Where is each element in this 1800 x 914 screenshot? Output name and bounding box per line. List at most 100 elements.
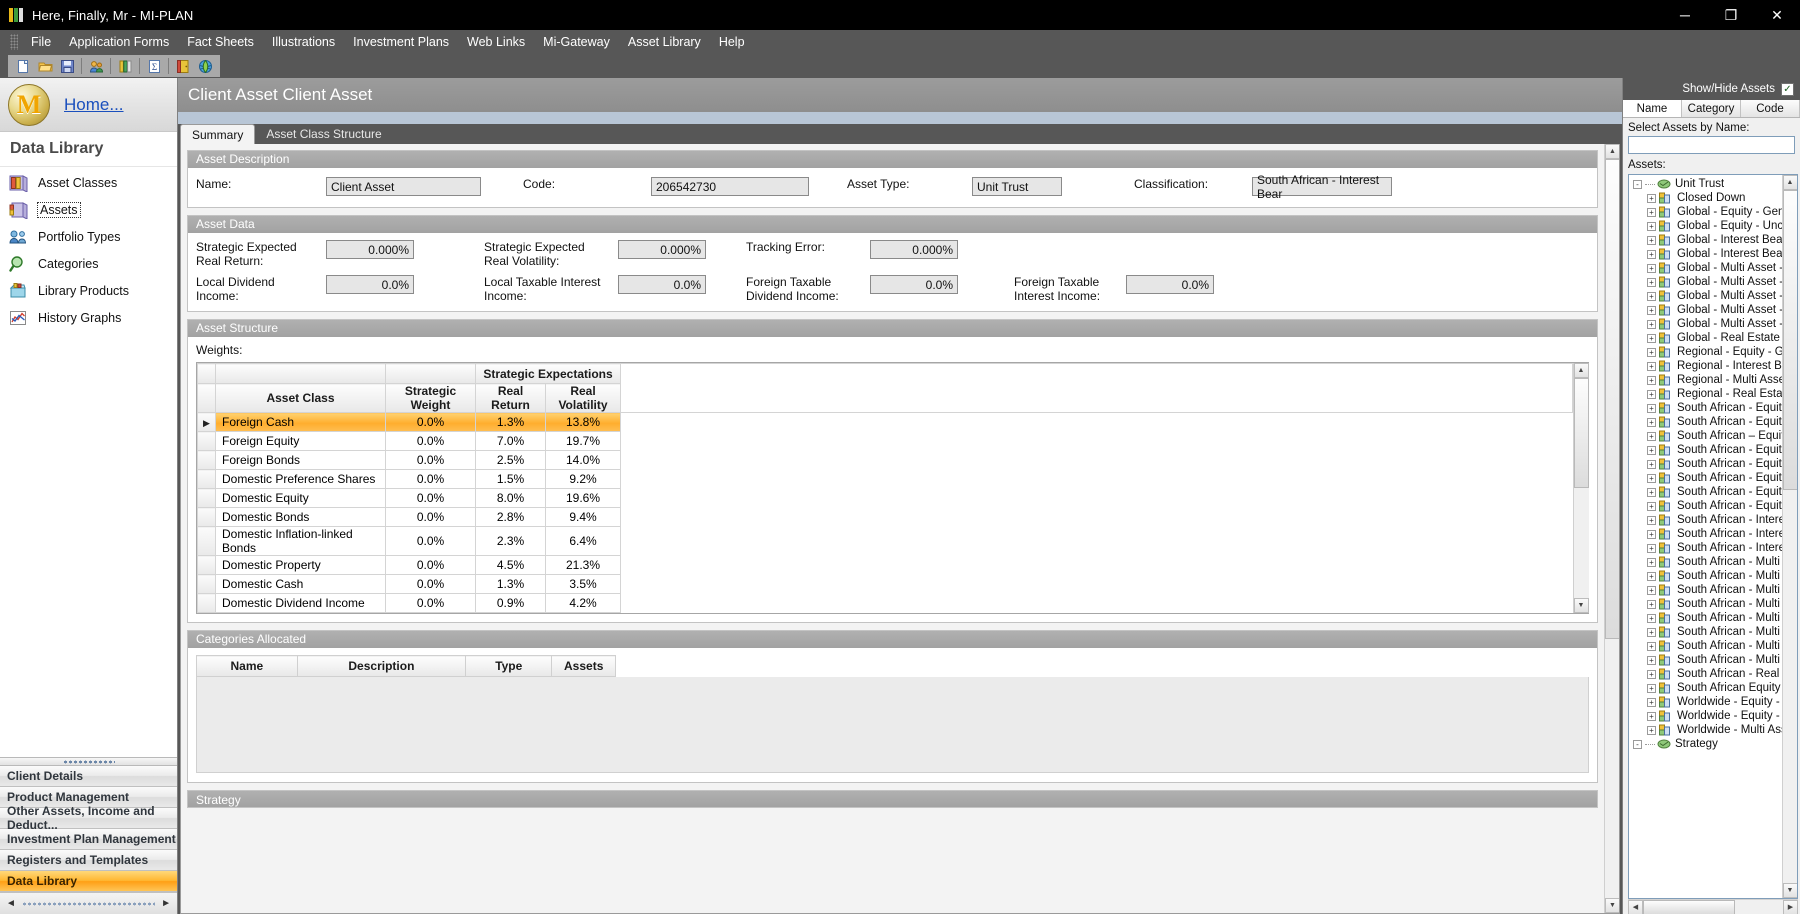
tree-node-sa-equity-large[interactable]: + South African - Equity - L: [1629, 457, 1782, 471]
tree-toggle-icon[interactable]: +: [1647, 417, 1656, 427]
sidebar-nav-registers-and-templates[interactable]: Registers and Templates: [0, 850, 177, 871]
col-strategic-weight[interactable]: Strategic Weight: [385, 383, 476, 413]
tree-toggle-icon[interactable]: +: [1647, 291, 1656, 301]
tree-node-sa-interest-bearing-2[interactable]: + South African - Interest B: [1629, 527, 1782, 541]
tree-node-regional-real-estate[interactable]: + Regional - Real Estate - (: [1629, 387, 1782, 401]
scroll-right-icon[interactable]: ▶: [1783, 899, 1798, 914]
categories-table-body[interactable]: [196, 677, 1589, 773]
tree-toggle-icon[interactable]: +: [1647, 711, 1656, 721]
tree-toggle-icon[interactable]: +: [1647, 249, 1656, 259]
tree-toggle-icon[interactable]: +: [1647, 543, 1656, 553]
menu-item-mi-gateway[interactable]: Mi-Gateway: [534, 32, 619, 52]
sidebar-item-history-graphs[interactable]: History Graphs: [0, 304, 177, 331]
strategic-expected-real-return-field[interactable]: 0.000%: [326, 240, 414, 259]
tree-node-sa-equity-general[interactable]: + South African - Equity - G: [1629, 415, 1782, 429]
sidebar-item-assets[interactable]: Assets: [0, 196, 177, 223]
foreign-taxable-dividend-income-field[interactable]: 0.0%: [870, 275, 958, 294]
tree-node-sa-equity-resource[interactable]: + South African - Equity - R: [1629, 485, 1782, 499]
tree-node-worldwide-equity-general[interactable]: + Worldwide - Equity - Gen: [1629, 695, 1782, 709]
tree-node-sa-multi-asset-2[interactable]: + South African - Multi Asse: [1629, 569, 1782, 583]
tree-horizontal-scrollbar[interactable]: ◀ ▶: [1628, 899, 1798, 914]
tree-toggle-icon[interactable]: +: [1647, 655, 1656, 665]
tree-node-worldwide-multi-asset[interactable]: + Worldwide - Multi Asset -: [1629, 723, 1782, 737]
tab-code[interactable]: Code: [1741, 100, 1800, 117]
asset-search-input[interactable]: [1628, 136, 1795, 154]
tree-toggle-icon[interactable]: +: [1647, 207, 1656, 217]
tree-toggle-icon[interactable]: +: [1647, 235, 1656, 245]
sidebar-nav-client-details[interactable]: Client Details: [0, 766, 177, 787]
menu-grip-icon[interactable]: [10, 34, 18, 50]
content-vertical-scrollbar[interactable]: ▲ ▼: [1604, 144, 1619, 913]
home-link[interactable]: Home...: [64, 95, 124, 115]
tree-node-closed-down[interactable]: + Closed Down: [1629, 191, 1782, 205]
library-icon[interactable]: [114, 56, 136, 76]
tree-node-sa-multi-asset-6[interactable]: + South African - Multi Asse: [1629, 625, 1782, 639]
name-field[interactable]: Client Asset: [326, 177, 481, 196]
tree-toggle-icon[interactable]: +: [1647, 515, 1656, 525]
tree-node-global-equity-unclassified[interactable]: + Global - Equity - Unclassif: [1629, 219, 1782, 233]
foreign-taxable-interest-income-field[interactable]: 0.0%: [1126, 275, 1214, 294]
tree-toggle-icon[interactable]: +: [1647, 627, 1656, 637]
exit-door-icon[interactable]: [172, 56, 194, 76]
code-field[interactable]: 206542730: [651, 177, 809, 196]
tree-node-global-multi-asset-flexible[interactable]: + Global - Multi Asset - Flex: [1629, 261, 1782, 275]
classification-field[interactable]: South African - Interest Bear: [1252, 173, 1392, 201]
menu-item-fact-sheets[interactable]: Fact Sheets: [178, 32, 263, 52]
tree-toggle-icon[interactable]: +: [1647, 585, 1656, 595]
tree-node-sa-real-estate[interactable]: + South African - Real Esta: [1629, 667, 1782, 681]
tree-toggle-icon[interactable]: +: [1647, 263, 1656, 273]
chevron-left-icon[interactable]: ◄: [6, 898, 16, 909]
tree-node-sa-interest-bearing-1[interactable]: + South African - Interest B: [1629, 513, 1782, 527]
scroll-track[interactable]: [1782, 190, 1797, 883]
sidebar-item-library-products[interactable]: Library Products: [0, 277, 177, 304]
tree-node-sa-multi-asset-1[interactable]: + South African - Multi Asse: [1629, 555, 1782, 569]
tree-toggle-icon[interactable]: +: [1647, 641, 1656, 651]
scroll-track[interactable]: [1643, 899, 1783, 914]
sidebar-nav-other-assets[interactable]: Other Assets, Income and Deduct...: [0, 804, 177, 832]
sidebar-item-asset-classes[interactable]: Asset Classes: [0, 169, 177, 196]
tab-summary[interactable]: Summary: [180, 124, 256, 144]
tree-node-sa-equity-other[interactable]: + South African – Equity – (: [1629, 429, 1782, 443]
tree-node-sa-equity-general-2[interactable]: + South African Equity - Ge: [1629, 681, 1782, 695]
sidebar-nav-investment-plan-management[interactable]: Investment Plan Management: [0, 829, 177, 850]
tree-node-global-multi-asset-medium[interactable]: + Global - Multi Asset - Mec: [1629, 317, 1782, 331]
tree-node-sa-equity-financial[interactable]: + South African - Equity - Fi: [1629, 401, 1782, 415]
tree-node-global-real-estate-general[interactable]: + Global - Real Estate - Ger: [1629, 331, 1782, 345]
tree-node-sa-interest-bearing-3[interactable]: + South African - Interest B: [1629, 541, 1782, 555]
scroll-down-icon[interactable]: ▼: [1605, 898, 1619, 913]
col-name[interactable]: Name: [196, 655, 298, 677]
maximize-button[interactable]: ❐: [1708, 0, 1754, 30]
tree-node-worldwide-equity-unclassified[interactable]: + Worldwide - Equity - Uncl: [1629, 709, 1782, 723]
tree-toggle-icon[interactable]: +: [1647, 669, 1656, 679]
col-description[interactable]: Description: [296, 655, 467, 677]
tree-toggle-icon[interactable]: +: [1647, 431, 1656, 441]
tree-node-sa-equity-industrial[interactable]: + South African - Equity - In: [1629, 443, 1782, 457]
col-real-return[interactable]: Real Return: [475, 383, 546, 413]
scroll-up-icon[interactable]: ▲: [1605, 144, 1619, 159]
tree-toggle-icon[interactable]: +: [1647, 333, 1656, 343]
tree-toggle-icon[interactable]: +: [1647, 487, 1656, 497]
save-icon[interactable]: [56, 56, 78, 76]
scroll-up-icon[interactable]: ▲: [1573, 363, 1589, 378]
sidebar-item-categories[interactable]: Categories: [0, 250, 177, 277]
sidebar-resize-grip[interactable]: [21, 901, 156, 906]
assets-tree[interactable]: - Unit Trust + Closed Down + Global - Eq…: [1628, 174, 1798, 899]
clients-icon[interactable]: [85, 56, 107, 76]
tree-node-regional-interest-bearing[interactable]: + Regional - Interest Bearin: [1629, 359, 1782, 373]
tree-toggle-icon[interactable]: +: [1647, 725, 1656, 735]
tab-category[interactable]: Category: [1682, 100, 1741, 117]
tab-asset-class-structure[interactable]: Asset Class Structure: [255, 124, 392, 144]
close-button[interactable]: ✕: [1754, 0, 1800, 30]
table-row[interactable]: ▶ Foreign Cash 0.0% 1.3% 13.8%: [197, 412, 1573, 432]
tree-toggle-icon[interactable]: +: [1647, 347, 1656, 357]
tree-node-global-equity-general[interactable]: + Global - Equity - General: [1629, 205, 1782, 219]
tree-toggle-icon[interactable]: +: [1647, 683, 1656, 693]
tree-toggle-icon[interactable]: +: [1647, 361, 1656, 371]
strategic-expected-real-volatility-field[interactable]: 0.000%: [618, 240, 706, 259]
tree-toggle-icon[interactable]: -: [1633, 739, 1642, 749]
col-real-volatility[interactable]: Real Volatility: [545, 383, 621, 413]
tree-toggle-icon[interactable]: +: [1647, 571, 1656, 581]
table-row[interactable]: Domestic Cash 0.0% 1.3% 3.5%: [197, 574, 1573, 594]
menu-item-illustrations[interactable]: Illustrations: [263, 32, 344, 52]
sidebar-splitter[interactable]: [0, 757, 177, 766]
